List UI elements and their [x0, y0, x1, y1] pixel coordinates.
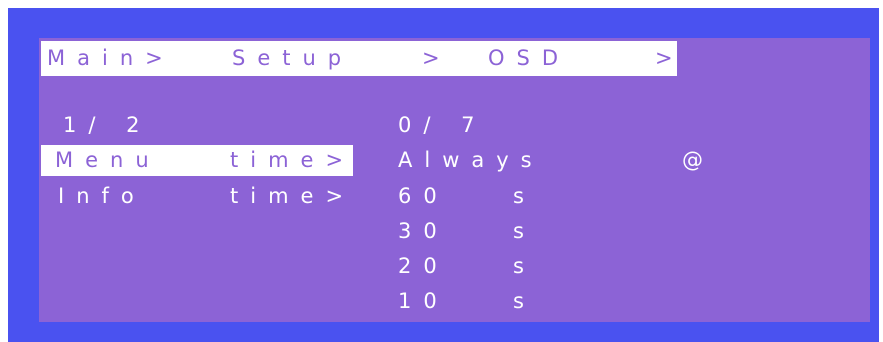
- option-60-unit: s: [513, 184, 536, 208]
- breadcrumb-separator: >: [422, 46, 452, 70]
- osd-screen: [39, 38, 870, 322]
- option-always[interactable]: Always: [398, 150, 544, 171]
- option-20[interactable]: 20: [398, 256, 449, 277]
- menu-item-menu-suffix[interactable]: time>: [230, 150, 355, 171]
- option-60[interactable]: 60: [398, 186, 449, 207]
- option-20-unit: s: [513, 254, 536, 278]
- menu-item-info-label[interactable]: Info: [58, 186, 146, 207]
- option-10-unit: s: [513, 289, 536, 313]
- menu-item-info-suffix[interactable]: time>: [230, 186, 355, 207]
- option-10[interactable]: 10: [398, 291, 449, 312]
- selected-marker-icon: @: [682, 148, 703, 172]
- option-30[interactable]: 30: [398, 221, 449, 242]
- breadcrumb-setup[interactable]: Setup: [232, 48, 353, 69]
- menu-item-menu-label[interactable]: Menu: [55, 150, 161, 171]
- option-30-unit: s: [513, 219, 536, 243]
- breadcrumb-separator: >: [655, 46, 685, 70]
- breadcrumb-osd[interactable]: OSD: [488, 48, 570, 69]
- left-page-indicator: 1/ 2: [63, 113, 152, 137]
- breadcrumb-main[interactable]: Main>: [47, 48, 175, 69]
- right-page-indicator: 0/ 7: [398, 113, 487, 137]
